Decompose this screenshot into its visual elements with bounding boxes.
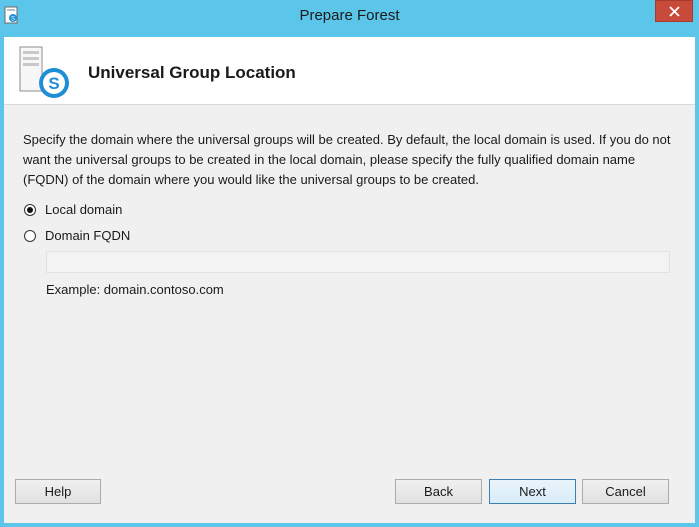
local-domain-option[interactable]: Local domain <box>24 202 122 217</box>
title-bar[interactable]: S Prepare Forest <box>0 0 699 36</box>
domain-fqdn-label: Domain FQDN <box>45 228 131 243</box>
dialog-client-area: S Universal Group Location Specify the d… <box>4 37 695 523</box>
domain-fqdn-input[interactable] <box>46 251 670 273</box>
page-title: Universal Group Location <box>88 63 296 82</box>
wizard-header: S Universal Group Location <box>4 37 695 105</box>
server-skype-icon: S <box>16 45 72 103</box>
cancel-button[interactable]: Cancel <box>582 479 669 504</box>
back-button[interactable]: Back <box>395 479 482 504</box>
domain-fqdn-radio[interactable] <box>24 229 36 242</box>
window-title: Prepare Forest <box>299 7 400 24</box>
domain-fqdn-option[interactable]: Domain FQDN <box>24 228 130 243</box>
svg-text:S: S <box>48 74 59 93</box>
description-text: Specify the domain where the universal g… <box>23 132 671 187</box>
local-domain-radio[interactable] <box>24 203 36 216</box>
close-icon <box>669 6 680 17</box>
example-text: Example: domain.contoso.com <box>46 282 224 297</box>
prepare-forest-window: S Prepare Forest S Universal Group Locat… <box>0 0 699 527</box>
local-domain-label: Local domain <box>45 202 123 217</box>
help-button[interactable]: Help <box>15 479 101 504</box>
next-button[interactable]: Next <box>489 479 576 504</box>
close-button[interactable] <box>655 0 693 22</box>
